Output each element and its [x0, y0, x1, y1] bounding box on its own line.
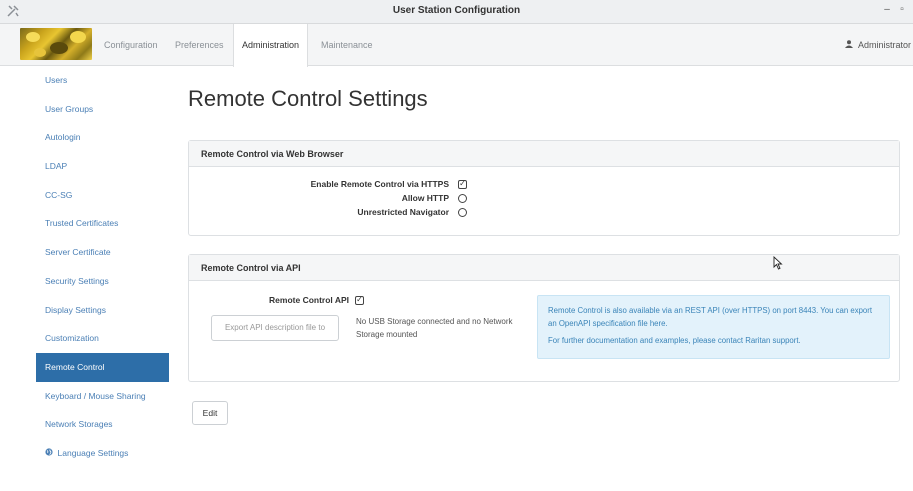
sidebar-item-user-groups[interactable]: User Groups: [36, 95, 169, 124]
panel-heading: Remote Control via API: [189, 255, 899, 281]
web-browser-panel: Remote Control via Web Browser Enable Re…: [188, 140, 900, 236]
sidebar-item-display-settings[interactable]: Display Settings: [36, 296, 169, 325]
sidebar-item-cc-sg[interactable]: CC-SG: [36, 181, 169, 210]
sidebar-item-ldap[interactable]: LDAP: [36, 152, 169, 181]
restore-button[interactable]: ▫: [896, 4, 908, 15]
api-label: Remote Control API: [269, 295, 349, 305]
sidebar: Users User Groups Autologin LDAP CC-SG T…: [36, 66, 169, 468]
window-title: User Station Configuration: [392, 5, 521, 16]
globe-icon: [45, 448, 56, 458]
sidebar-item-label: Language Settings: [57, 447, 129, 458]
mouse-cursor-icon: [773, 255, 783, 273]
http-radio[interactable]: [458, 194, 467, 203]
page-title: Remote Control Settings: [188, 86, 428, 111]
user-menu[interactable]: Administrator: [845, 24, 911, 66]
export-api-button[interactable]: Export API description file to: [211, 315, 339, 341]
minimize-button[interactable]: –: [881, 4, 893, 15]
option-label: Unrestricted Navigator: [357, 207, 449, 217]
panel-heading: Remote Control via Web Browser: [189, 141, 899, 167]
user-icon: [845, 40, 856, 50]
unrestricted-navigator-radio[interactable]: [458, 208, 467, 217]
tab-preferences[interactable]: Preferences: [167, 24, 232, 66]
info-box: Remote Control is also available via an …: [537, 295, 890, 359]
edit-button[interactable]: Edit: [192, 401, 228, 425]
sidebar-item-trusted-certificates[interactable]: Trusted Certificates: [36, 209, 169, 238]
tab-administration[interactable]: Administration: [233, 24, 309, 67]
sidebar-item-server-certificate[interactable]: Server Certificate: [36, 238, 169, 267]
user-name: Administrator: [857, 40, 911, 50]
option-label: Enable Remote Control via HTTPS: [310, 179, 449, 189]
logo: [20, 28, 92, 60]
api-panel: Remote Control via API Remote Control AP…: [188, 254, 900, 382]
sidebar-item-security-settings[interactable]: Security Settings: [36, 267, 169, 296]
option-label: Allow HTTP: [401, 193, 449, 203]
sidebar-item-autologin[interactable]: Autologin: [36, 123, 169, 152]
title-bar: User Station Configuration – ▫: [0, 0, 913, 24]
https-checkbox[interactable]: ✓: [458, 180, 467, 189]
sidebar-item-users[interactable]: Users: [36, 66, 169, 95]
info-text: Remote Control is also available via an …: [548, 306, 873, 328]
sidebar-item-customization[interactable]: Customization: [36, 324, 169, 353]
sidebar-item-keyboard-mouse-sharing[interactable]: Keyboard / Mouse Sharing: [36, 382, 169, 411]
sidebar-item-remote-control[interactable]: Remote Control: [36, 352, 169, 382]
info-text: For further documentation and examples, …: [548, 336, 801, 345]
tab-maintenance[interactable]: Maintenance: [313, 24, 381, 66]
tab-configuration[interactable]: Configuration: [96, 24, 166, 66]
sidebar-item-language-settings[interactable]: Language Settings: [36, 439, 169, 468]
top-nav: Configuration Preferences Administration…: [0, 24, 913, 67]
sidebar-item-network-storages[interactable]: Network Storages: [36, 410, 169, 439]
storage-note: No USB Storage connected and no Network …: [356, 317, 513, 339]
api-checkbox[interactable]: ✓: [355, 296, 364, 305]
